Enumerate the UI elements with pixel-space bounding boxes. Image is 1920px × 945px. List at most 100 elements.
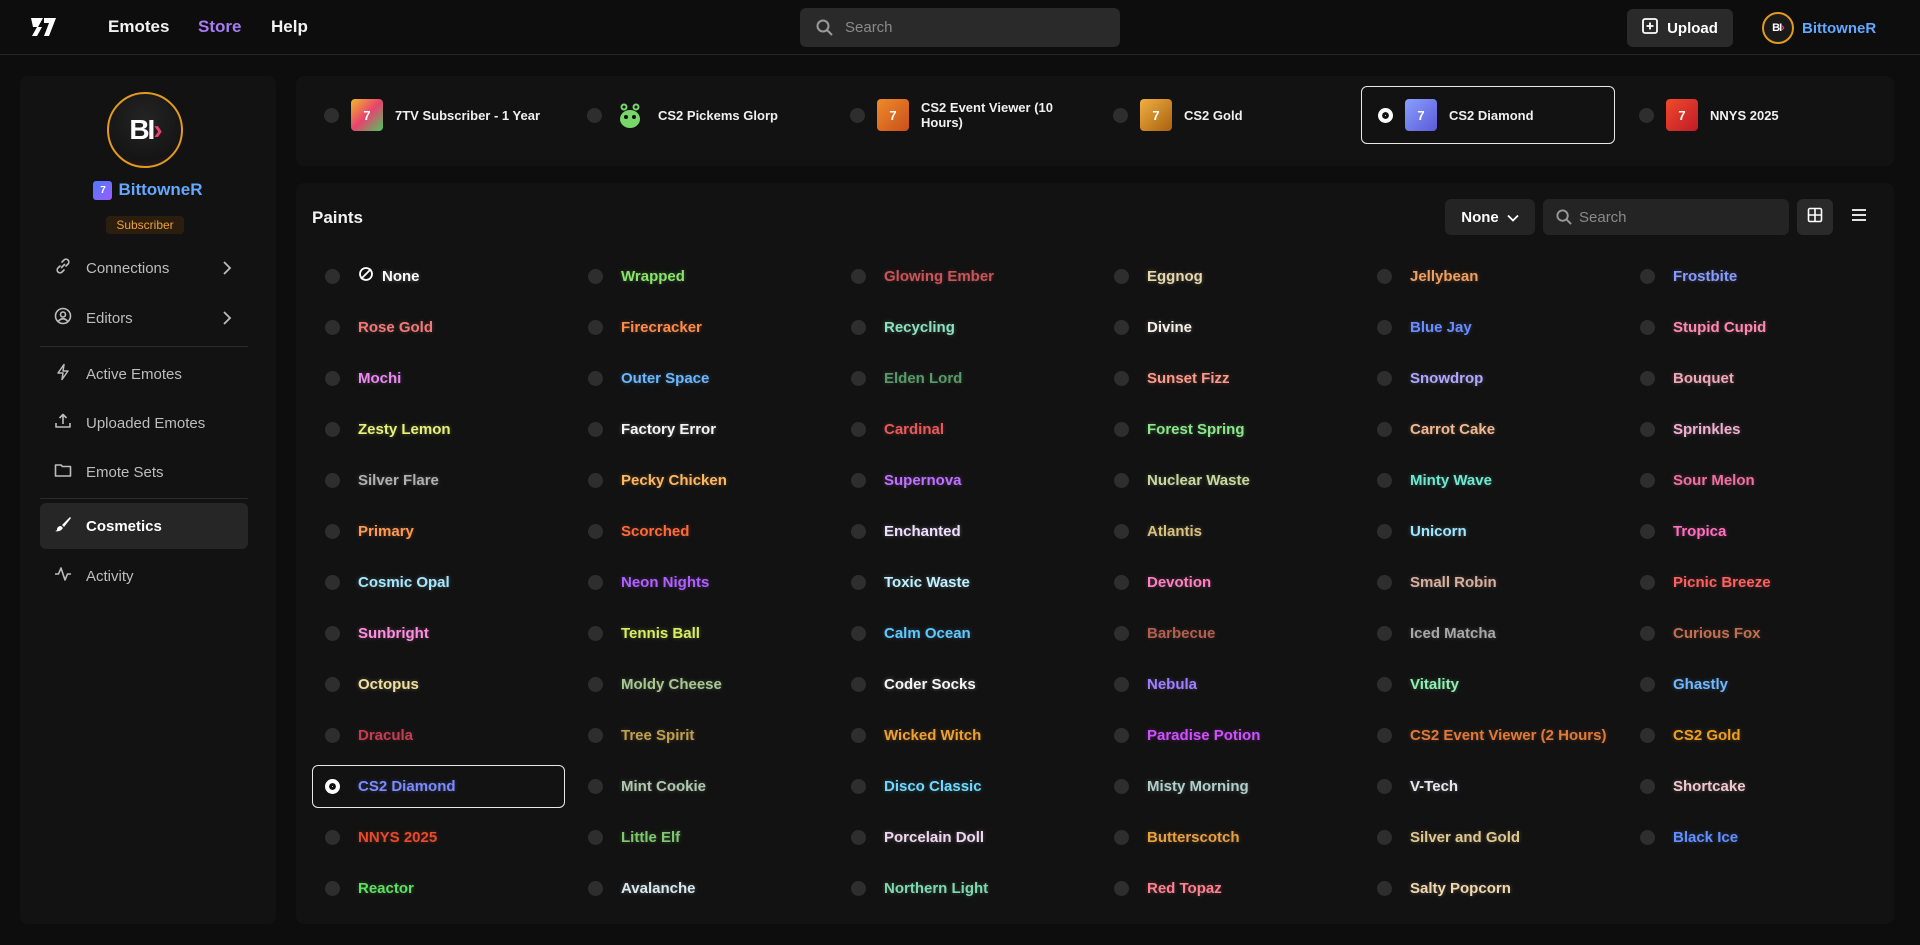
paint-option[interactable]: Zesty Lemon bbox=[312, 408, 565, 451]
paint-radio[interactable] bbox=[851, 320, 866, 335]
paint-search-input[interactable] bbox=[1579, 199, 1779, 235]
paint-option[interactable]: Red Topaz bbox=[1101, 867, 1354, 910]
paint-radio[interactable] bbox=[1640, 422, 1655, 437]
paint-option[interactable]: Elden Lord bbox=[838, 357, 1091, 400]
paint-option[interactable]: Factory Error bbox=[575, 408, 828, 451]
paint-option[interactable]: Ghastly bbox=[1627, 663, 1880, 706]
paint-option[interactable]: Salty Popcorn bbox=[1364, 867, 1617, 910]
paint-radio[interactable] bbox=[588, 677, 603, 692]
paint-option[interactable]: Silver Flare bbox=[312, 459, 565, 502]
paint-radio[interactable] bbox=[325, 728, 340, 743]
upload-button[interactable]: Upload bbox=[1627, 9, 1733, 47]
paint-option[interactable]: None bbox=[312, 255, 565, 298]
paint-filter-dropdown[interactable]: None bbox=[1445, 199, 1535, 235]
paint-option-selected[interactable]: CS2 Diamond bbox=[312, 765, 565, 808]
badge-option-selected[interactable]: 7 CS2 Diamond bbox=[1361, 86, 1615, 144]
paint-option[interactable]: Forest Spring bbox=[1101, 408, 1354, 451]
paint-radio[interactable] bbox=[588, 524, 603, 539]
paint-radio[interactable] bbox=[588, 575, 603, 590]
global-search[interactable] bbox=[800, 8, 1120, 47]
paint-radio[interactable] bbox=[325, 881, 340, 896]
paint-option[interactable]: Scorched bbox=[575, 510, 828, 553]
global-search-input[interactable] bbox=[845, 8, 1105, 47]
paint-option[interactable]: Moldy Cheese bbox=[575, 663, 828, 706]
paint-option[interactable]: Cardinal bbox=[838, 408, 1091, 451]
paint-radio[interactable] bbox=[1640, 779, 1655, 794]
paint-radio[interactable] bbox=[851, 371, 866, 386]
paint-radio[interactable] bbox=[851, 473, 866, 488]
paint-radio[interactable] bbox=[325, 269, 340, 284]
paint-radio[interactable] bbox=[851, 524, 866, 539]
user-menu[interactable]: BI › BittowneR bbox=[1762, 12, 1876, 44]
paint-radio[interactable] bbox=[1640, 728, 1655, 743]
paint-option[interactable]: Atlantis bbox=[1101, 510, 1354, 553]
paint-option[interactable]: V-Tech bbox=[1364, 765, 1617, 808]
paint-radio[interactable] bbox=[1640, 575, 1655, 590]
paint-radio[interactable] bbox=[1640, 677, 1655, 692]
paint-radio[interactable] bbox=[1114, 320, 1129, 335]
paint-option[interactable]: CS2 Gold bbox=[1627, 714, 1880, 757]
paint-option[interactable]: Outer Space bbox=[575, 357, 828, 400]
paint-option[interactable]: Toxic Waste bbox=[838, 561, 1091, 604]
paint-radio[interactable] bbox=[1114, 779, 1129, 794]
paint-radio[interactable] bbox=[851, 830, 866, 845]
paint-radio[interactable] bbox=[588, 320, 603, 335]
sidebar-item-emote-sets[interactable]: Emote Sets bbox=[40, 449, 248, 495]
paint-radio[interactable] bbox=[1377, 881, 1392, 896]
paint-radio[interactable] bbox=[1640, 269, 1655, 284]
nav-link-help[interactable]: Help bbox=[271, 17, 308, 37]
paint-option[interactable]: Frostbite bbox=[1627, 255, 1880, 298]
paint-option[interactable]: Small Robin bbox=[1364, 561, 1617, 604]
paint-radio[interactable] bbox=[851, 881, 866, 896]
paint-option[interactable]: Barbecue bbox=[1101, 612, 1354, 655]
nav-link-store[interactable]: Store bbox=[198, 17, 241, 37]
paint-radio[interactable] bbox=[588, 779, 603, 794]
paint-radio[interactable] bbox=[588, 422, 603, 437]
paint-radio[interactable] bbox=[1640, 830, 1655, 845]
paint-option[interactable]: Supernova bbox=[838, 459, 1091, 502]
paint-radio[interactable] bbox=[1377, 575, 1392, 590]
paint-option[interactable]: Paradise Potion bbox=[1101, 714, 1354, 757]
paint-radio[interactable] bbox=[1377, 269, 1392, 284]
7tv-logo[interactable] bbox=[30, 16, 60, 38]
paint-radio[interactable] bbox=[1114, 269, 1129, 284]
badge-radio[interactable] bbox=[850, 107, 865, 123]
paint-option[interactable]: Primary bbox=[312, 510, 565, 553]
paint-radio[interactable] bbox=[1114, 524, 1129, 539]
paint-option[interactable]: Glowing Ember bbox=[838, 255, 1091, 298]
paint-radio[interactable] bbox=[1640, 320, 1655, 335]
paint-radio[interactable] bbox=[325, 830, 340, 845]
paint-radio[interactable] bbox=[851, 677, 866, 692]
paint-option[interactable]: Vitality bbox=[1364, 663, 1617, 706]
badge-option[interactable]: CS2 Pickems Glorp bbox=[583, 86, 821, 144]
badge-radio[interactable] bbox=[1113, 107, 1128, 123]
paint-radio[interactable] bbox=[1377, 422, 1392, 437]
paint-radio[interactable] bbox=[588, 626, 603, 641]
paint-radio[interactable] bbox=[325, 320, 340, 335]
paint-radio[interactable] bbox=[588, 371, 603, 386]
badge-radio[interactable] bbox=[587, 107, 602, 123]
paint-option[interactable]: Little Elf bbox=[575, 816, 828, 859]
paint-option[interactable]: Stupid Cupid bbox=[1627, 306, 1880, 349]
paint-option[interactable]: Iced Matcha bbox=[1364, 612, 1617, 655]
paint-radio[interactable] bbox=[1377, 524, 1392, 539]
paint-option[interactable]: Unicorn bbox=[1364, 510, 1617, 553]
paint-radio[interactable] bbox=[1114, 575, 1129, 590]
paint-radio[interactable] bbox=[325, 473, 340, 488]
paint-option[interactable]: Devotion bbox=[1101, 561, 1354, 604]
paint-radio[interactable] bbox=[588, 830, 603, 845]
paint-option[interactable]: Wrapped bbox=[575, 255, 828, 298]
paint-option[interactable]: Minty Wave bbox=[1364, 459, 1617, 502]
paint-option[interactable]: Cosmic Opal bbox=[312, 561, 565, 604]
paint-option[interactable]: Sour Melon bbox=[1627, 459, 1880, 502]
paint-option[interactable]: Silver and Gold bbox=[1364, 816, 1617, 859]
paint-option[interactable]: Mochi bbox=[312, 357, 565, 400]
paint-radio-checked[interactable] bbox=[325, 779, 340, 794]
paint-radio[interactable] bbox=[325, 422, 340, 437]
paint-option[interactable]: Eggnog bbox=[1101, 255, 1354, 298]
paint-radio[interactable] bbox=[851, 422, 866, 437]
badge-option[interactable]: 7 NNYS 2025 bbox=[1635, 86, 1873, 144]
paint-radio[interactable] bbox=[1377, 320, 1392, 335]
paint-radio[interactable] bbox=[325, 575, 340, 590]
paint-option[interactable]: Coder Socks bbox=[838, 663, 1091, 706]
